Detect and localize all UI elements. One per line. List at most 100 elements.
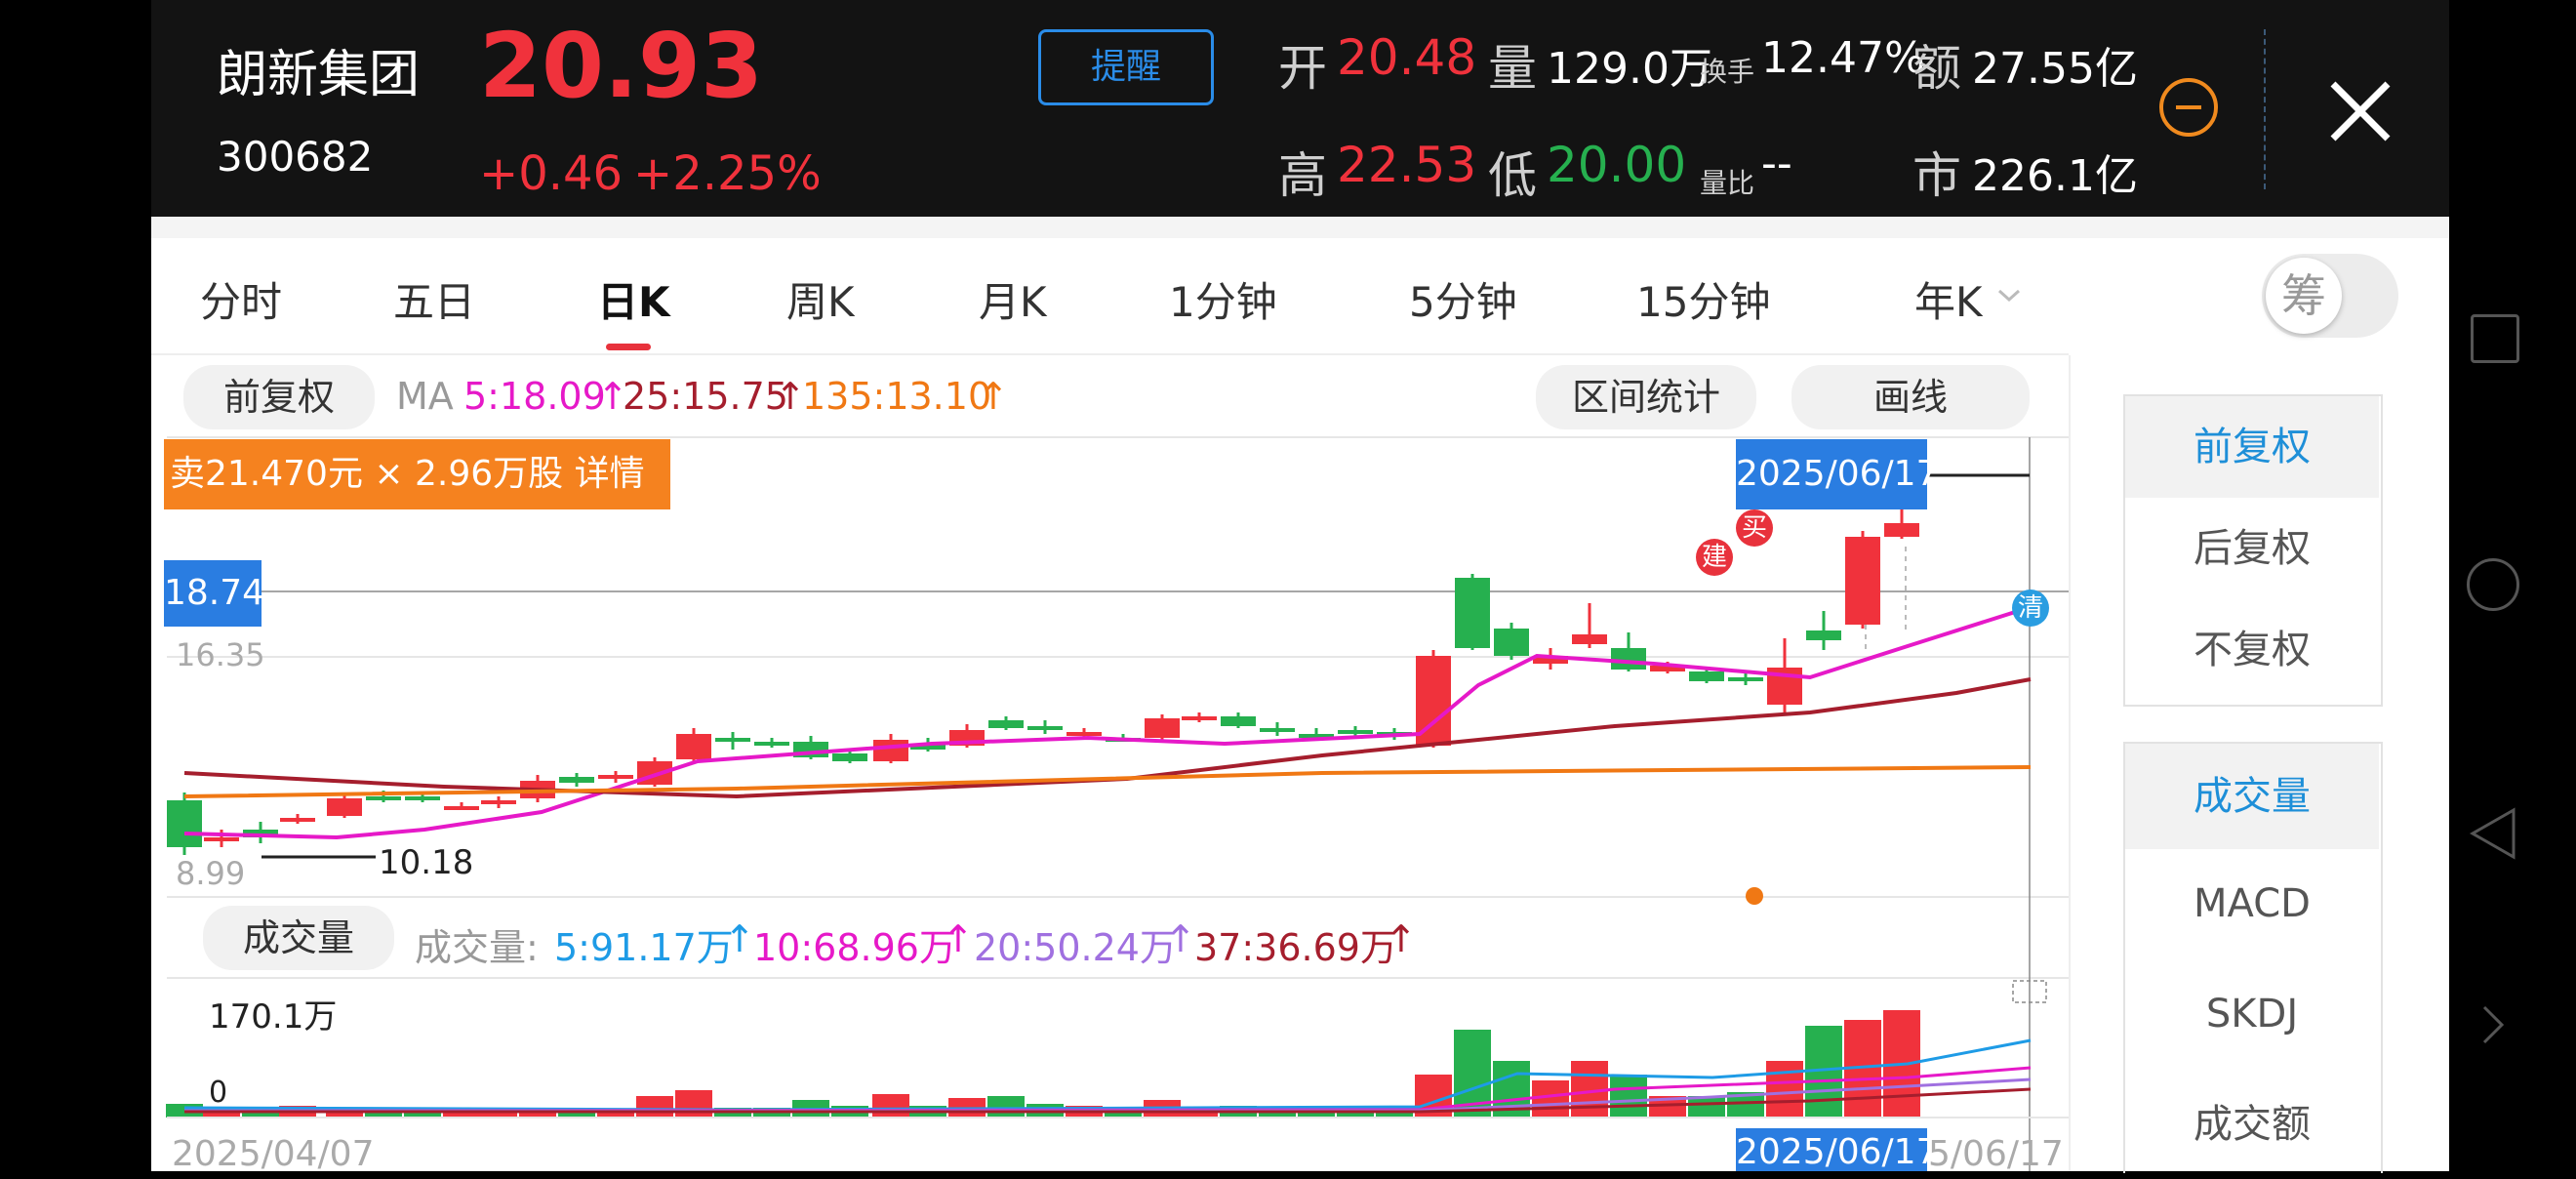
volume-max: 170.1万 bbox=[209, 997, 338, 1037]
high-value: 22.53 bbox=[1337, 137, 1477, 193]
alert-button[interactable]: 提醒 bbox=[1038, 29, 1214, 105]
date-end: 5/06/17 bbox=[1928, 1134, 2064, 1174]
open-value: 20.48 bbox=[1337, 29, 1477, 86]
tab-five-day[interactable]: 五日 bbox=[393, 269, 475, 329]
candle-body bbox=[1338, 730, 1373, 734]
indicator-option-amount[interactable]: 成交额 bbox=[2125, 1070, 2379, 1179]
level-bottom: 8.99 bbox=[176, 855, 246, 892]
event-dot bbox=[1746, 887, 1763, 905]
candle-body bbox=[1221, 716, 1256, 726]
tab-5min[interactable]: 5分钟 bbox=[1409, 269, 1517, 329]
ma25-value: 25:15.75 bbox=[623, 375, 788, 418]
ma-label: MA bbox=[396, 375, 454, 418]
indicator-option-macd[interactable]: MACD bbox=[2125, 849, 2379, 958]
tab-daily-k[interactable]: 日K bbox=[597, 269, 670, 329]
tab-active-indicator bbox=[606, 344, 651, 350]
low-mark-label: 10.18 bbox=[379, 843, 474, 882]
tab-weekly-k[interactable]: 周K bbox=[786, 269, 855, 329]
candle-body bbox=[1572, 634, 1607, 644]
marker-jian[interactable]: 建 bbox=[1696, 539, 1733, 576]
candle-body bbox=[832, 753, 867, 761]
ma135-value: 135:13.10 bbox=[802, 375, 992, 418]
recents-icon[interactable] bbox=[2471, 314, 2519, 363]
vol-ratio-value: -- bbox=[1761, 139, 1792, 188]
side-divider bbox=[2069, 355, 2071, 1171]
price-change-pct: +2.25% bbox=[633, 146, 822, 201]
tab-15min[interactable]: 15分钟 bbox=[1636, 269, 1770, 329]
candle-body bbox=[1806, 630, 1841, 640]
date-start: 2025/04/07 bbox=[172, 1134, 375, 1174]
volume-bar bbox=[1766, 1061, 1803, 1118]
sell-order-banner[interactable]: 卖21.470元 × 2.96万股 详情 bbox=[164, 439, 670, 509]
vol37-value: 37:36.69万 bbox=[1194, 926, 1397, 969]
marker-qing[interactable]: 清 bbox=[2012, 590, 2049, 627]
open-label: 开 bbox=[1278, 40, 1327, 97]
candle-body bbox=[1145, 718, 1180, 738]
price-change: +0.46 bbox=[479, 146, 624, 201]
candle-body bbox=[1884, 523, 1919, 537]
mcap-value: 226.1亿 bbox=[1972, 151, 2138, 201]
back-icon[interactable] bbox=[2469, 806, 2517, 861]
mcap-label: 市 bbox=[1912, 147, 1961, 204]
low-value: 20.00 bbox=[1547, 137, 1687, 193]
home-icon[interactable] bbox=[2467, 558, 2519, 611]
candle-body bbox=[405, 796, 440, 800]
ma135-up-icon: ↑ bbox=[978, 375, 1009, 418]
candle-body bbox=[754, 742, 789, 746]
candle-body bbox=[1845, 537, 1880, 625]
adjust-option-backward[interactable]: 后复权 bbox=[2125, 498, 2379, 599]
volume-value: 129.0万 bbox=[1547, 44, 1712, 94]
tab-yearly-k[interactable]: 年K bbox=[1914, 269, 1983, 329]
indicator-option-volume[interactable]: 成交量 bbox=[2125, 744, 2379, 849]
kline-chart[interactable] bbox=[151, 429, 2069, 1171]
ma135-line bbox=[183, 765, 2032, 798]
panel-gap bbox=[151, 217, 2449, 238]
stock-code: 300682 bbox=[217, 133, 374, 181]
indicator-option-skdj[interactable]: SKDJ bbox=[2125, 958, 2379, 1070]
adjust-option-none[interactable]: 不复权 bbox=[2125, 599, 2379, 701]
candle-body bbox=[715, 738, 750, 742]
marker-mai[interactable]: 买 bbox=[1736, 509, 1773, 547]
candle-body bbox=[873, 740, 908, 761]
vol5-up-icon: ↑ bbox=[724, 917, 755, 960]
vol-ratio-label: 量比 bbox=[1700, 167, 1755, 199]
volume-label: 量 bbox=[1488, 40, 1537, 97]
volume-bar bbox=[872, 1094, 909, 1118]
tab-1min[interactable]: 1分钟 bbox=[1169, 269, 1277, 329]
date-crosshair: 2025/06/17 bbox=[1736, 1128, 1939, 1172]
vol20-up-icon: ↑ bbox=[1165, 917, 1196, 960]
chip-toggle[interactable]: 筹 bbox=[2262, 254, 2398, 338]
adjust-menu: 前复权 后复权 不复权 bbox=[2123, 394, 2383, 707]
amount-value: 27.55亿 bbox=[1972, 44, 2138, 94]
chevron-down-icon[interactable] bbox=[1996, 287, 2022, 305]
candle-body bbox=[988, 720, 1024, 728]
chevron-right-icon[interactable] bbox=[2478, 1003, 2508, 1046]
candle-body bbox=[598, 775, 633, 779]
candle-body bbox=[1728, 677, 1763, 681]
crosshair-price-tag: 18.74 bbox=[164, 560, 264, 627]
close-icon[interactable] bbox=[2329, 80, 2392, 142]
candle-body bbox=[1494, 629, 1529, 656]
candle-body bbox=[481, 800, 516, 804]
vol5-value: 5:91.17万 bbox=[554, 926, 734, 969]
candle-body bbox=[327, 798, 362, 816]
tab-monthly-k[interactable]: 月K bbox=[979, 269, 1047, 329]
draw-line-button[interactable]: 画线 bbox=[1791, 365, 2030, 429]
vol10-value: 10:68.96万 bbox=[753, 926, 956, 969]
volume-button[interactable]: 成交量 bbox=[203, 906, 394, 970]
ma5-value: 5:18.09 bbox=[463, 375, 606, 418]
candle-body bbox=[1455, 578, 1490, 648]
candle-body bbox=[167, 800, 202, 847]
range-stats-button[interactable]: 区间统计 bbox=[1536, 365, 1756, 429]
vol10-up-icon: ↑ bbox=[943, 917, 974, 960]
adjust-button[interactable]: 前复权 bbox=[183, 365, 375, 429]
vol20-value: 20:50.24万 bbox=[974, 926, 1177, 969]
indicator-menu: 成交量 MACD SKDJ 成交额 bbox=[2123, 742, 2383, 1173]
adjust-option-forward[interactable]: 前复权 bbox=[2125, 396, 2379, 498]
volume-bar bbox=[1610, 1075, 1647, 1118]
candle-body bbox=[1260, 728, 1295, 732]
tab-divider bbox=[151, 353, 2069, 355]
chip-toggle-knob: 筹 bbox=[2266, 258, 2342, 334]
tab-intraday[interactable]: 分时 bbox=[200, 269, 282, 329]
remove-watchlist-icon[interactable] bbox=[2159, 78, 2218, 137]
